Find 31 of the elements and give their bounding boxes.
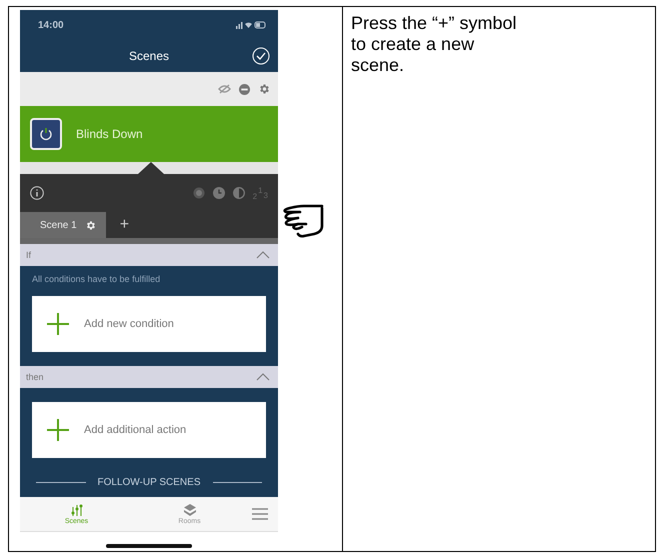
power-icon [39, 127, 53, 141]
status-icons [236, 21, 266, 29]
section-note: All conditions have to be fulfilled [32, 273, 162, 286]
status-time: 14:00 [38, 20, 64, 30]
gear-icon[interactable] [84, 220, 96, 230]
screen-title: Scenes [128, 49, 170, 63]
chevron-icon [256, 373, 270, 381]
plus-icon [46, 418, 70, 442]
radio-icon[interactable] [192, 187, 205, 199]
layers-icon [184, 504, 196, 516]
section-header[interactable]: If [20, 244, 278, 266]
hidden-eye-icon[interactable] [218, 84, 231, 94]
add-card[interactable]: Add additional action [32, 402, 266, 458]
clock-icon[interactable] [212, 187, 225, 199]
scene-tab[interactable]: Scene 1 [20, 212, 106, 238]
add-card[interactable]: Add new condition [32, 296, 266, 352]
check-circle-icon[interactable] [252, 47, 270, 65]
chevron-icon [256, 251, 270, 259]
section-header[interactable]: then [20, 366, 278, 388]
menu-icon[interactable] [252, 508, 268, 520]
plus-icon [46, 312, 70, 336]
power-button[interactable] [30, 118, 62, 150]
minus-circle-icon[interactable] [239, 84, 250, 94]
add-tab-button[interactable]: + [106, 212, 144, 238]
info-icon[interactable] [30, 186, 44, 200]
sliders-icon [70, 504, 82, 516]
half-circle-icon[interactable] [232, 187, 245, 199]
instruction-text: Press the “+” symbol to create a new scene. [351, 13, 518, 76]
follow-up-heading: FOLLOW-UP SCENES [98, 477, 200, 488]
scene-name: Blinds Down [76, 127, 143, 141]
settings-icon[interactable] [258, 83, 270, 95]
